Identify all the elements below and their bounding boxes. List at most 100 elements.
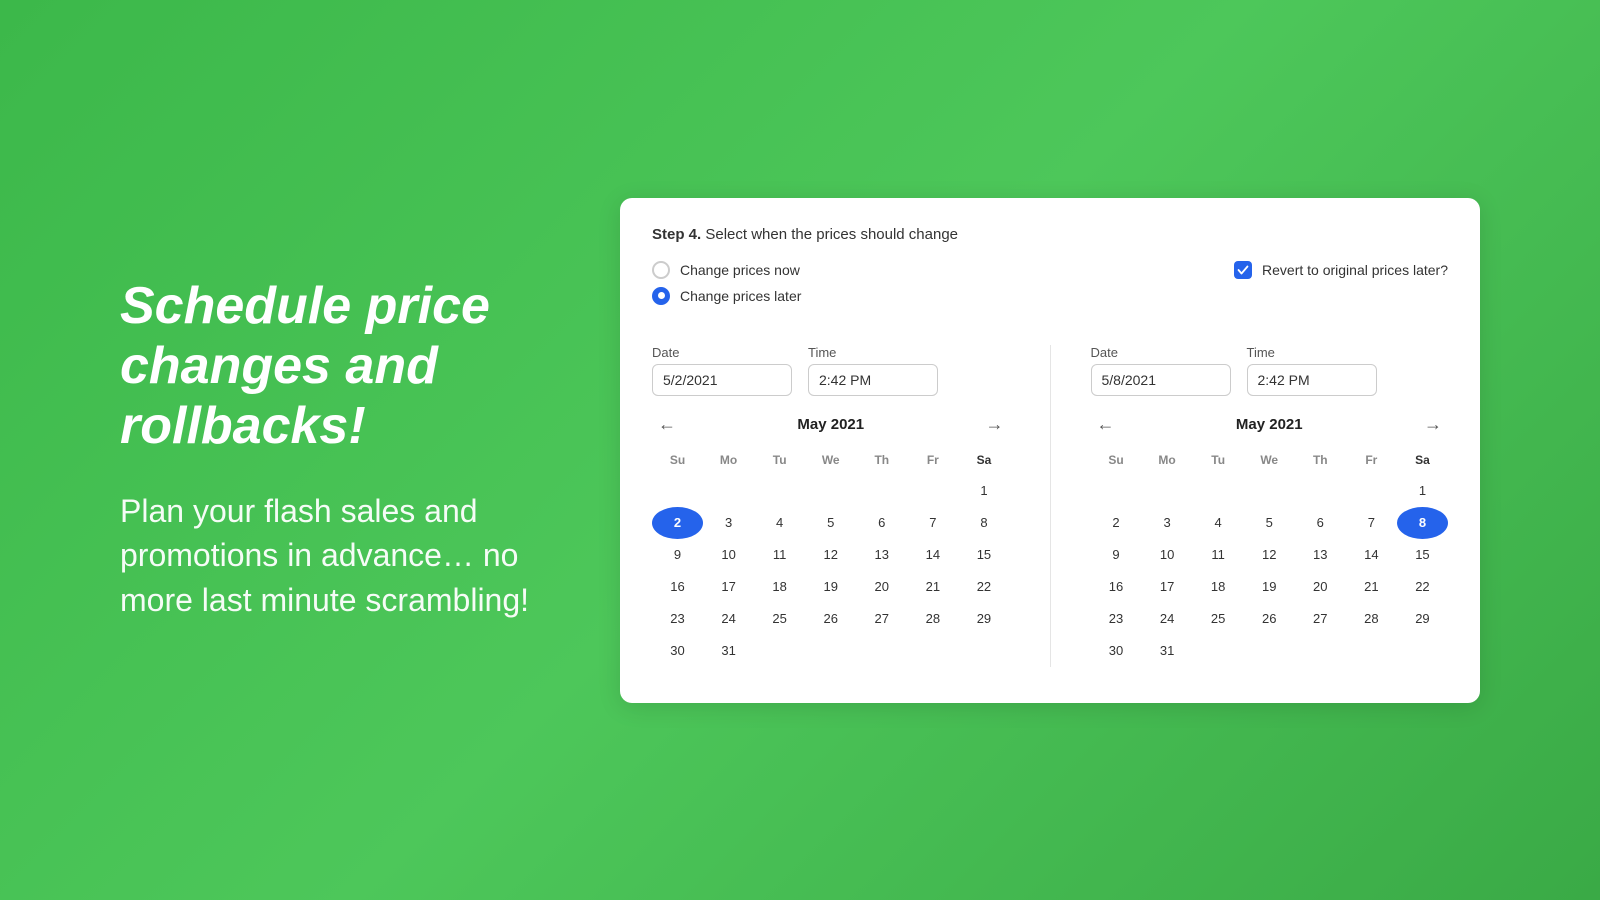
calendars-row: Date Time ← May 2021 → — [652, 345, 1448, 667]
calendar-day[interactable]: 28 — [1346, 603, 1397, 635]
right-date-time-row: Date Time — [1091, 345, 1449, 396]
calendar-day[interactable]: 24 — [703, 603, 754, 635]
revert-checkbox-option[interactable]: Revert to original prices later? — [1234, 261, 1448, 279]
calendar-day[interactable]: 9 — [652, 539, 703, 571]
top-controls: Change prices now Change prices later Re… — [652, 261, 1448, 325]
calendar-day[interactable]: 23 — [652, 603, 703, 635]
calendar-day[interactable]: 30 — [652, 635, 703, 667]
calendar-day[interactable]: 29 — [958, 603, 1009, 635]
calendar-day[interactable]: 1 — [1397, 475, 1448, 507]
calendar-day[interactable]: 13 — [856, 539, 907, 571]
calendar-day[interactable]: 19 — [1244, 571, 1295, 603]
left-month-label: May 2021 — [797, 416, 864, 433]
calendar-day[interactable]: 13 — [1295, 539, 1346, 571]
calendar-day[interactable]: 20 — [1295, 571, 1346, 603]
radio-change-later[interactable]: Change prices later — [652, 287, 801, 305]
left-time-label: Time — [808, 345, 938, 360]
calendar-day[interactable]: 14 — [907, 539, 958, 571]
calendar-day[interactable]: 30 — [1091, 635, 1142, 667]
calendar-day[interactable]: 7 — [907, 507, 958, 539]
calendar-day[interactable]: 26 — [1244, 603, 1295, 635]
calendar-day — [1193, 475, 1244, 507]
right-time-input[interactable] — [1247, 364, 1377, 396]
calendar-day — [907, 475, 958, 507]
calendar-day[interactable]: 19 — [805, 571, 856, 603]
calendar-day[interactable]: 29 — [1397, 603, 1448, 635]
calendar-day[interactable]: 10 — [1142, 539, 1193, 571]
calendar-day[interactable]: 2 — [652, 507, 703, 539]
calendar-day — [1244, 475, 1295, 507]
right-prev-month-button[interactable]: ← — [1091, 412, 1121, 437]
calendar-day[interactable]: 27 — [856, 603, 907, 635]
calendar-day[interactable]: 1 — [958, 475, 1009, 507]
calendar-day — [1397, 635, 1448, 667]
calendar-day[interactable]: 31 — [1142, 635, 1193, 667]
calendar-day[interactable]: 5 — [805, 507, 856, 539]
calendar-day[interactable]: 26 — [805, 603, 856, 635]
radio-change-now[interactable]: Change prices now — [652, 261, 801, 279]
calendar-day[interactable]: 25 — [1193, 603, 1244, 635]
calendar-day[interactable]: 12 — [1244, 539, 1295, 571]
calendar-day[interactable]: 20 — [856, 571, 907, 603]
calendar-day — [652, 475, 703, 507]
left-col-we: We — [805, 449, 856, 475]
calendar-day[interactable]: 3 — [703, 507, 754, 539]
calendar-day[interactable]: 8 — [958, 507, 1009, 539]
right-next-month-button[interactable]: → — [1418, 412, 1448, 437]
calendar-day[interactable]: 16 — [1091, 571, 1142, 603]
calendar-day[interactable]: 4 — [754, 507, 805, 539]
calendar-day — [805, 475, 856, 507]
calendar-day[interactable]: 24 — [1142, 603, 1193, 635]
calendar-day[interactable]: 18 — [1193, 571, 1244, 603]
left-col-sa: Sa — [958, 449, 1009, 475]
right-col-sa: Sa — [1397, 449, 1448, 475]
right-date-input[interactable] — [1091, 364, 1231, 396]
calendar-day[interactable]: 14 — [1346, 539, 1397, 571]
right-col-su: Su — [1091, 449, 1142, 475]
calendar-day[interactable]: 15 — [1397, 539, 1448, 571]
calendar-day — [1091, 475, 1142, 507]
calendar-day[interactable]: 8 — [1397, 507, 1448, 539]
calendar-day[interactable]: 31 — [703, 635, 754, 667]
calendar-day[interactable]: 17 — [703, 571, 754, 603]
calendar-day[interactable]: 27 — [1295, 603, 1346, 635]
calendar-day[interactable]: 9 — [1091, 539, 1142, 571]
calendar-day — [1346, 475, 1397, 507]
calendar-day[interactable]: 25 — [754, 603, 805, 635]
calendar-day[interactable]: 10 — [703, 539, 754, 571]
right-col-tu: Tu — [1193, 449, 1244, 475]
radio-now-indicator — [652, 261, 670, 279]
calendar-day[interactable]: 7 — [1346, 507, 1397, 539]
calendar-day[interactable]: 12 — [805, 539, 856, 571]
calendar-day[interactable]: 3 — [1142, 507, 1193, 539]
calendar-day[interactable]: 21 — [907, 571, 958, 603]
step-description: Select when the prices should change — [705, 226, 958, 243]
calendar-day[interactable]: 2 — [1091, 507, 1142, 539]
calendar-day[interactable]: 22 — [958, 571, 1009, 603]
calendar-day[interactable]: 21 — [1346, 571, 1397, 603]
left-next-month-button[interactable]: → — [980, 412, 1010, 437]
calendar-day[interactable]: 6 — [1295, 507, 1346, 539]
left-col-mo: Mo — [703, 449, 754, 475]
calendar-day — [1193, 635, 1244, 667]
calendar-day[interactable]: 22 — [1397, 571, 1448, 603]
calendar-day[interactable]: 11 — [754, 539, 805, 571]
radio-later-label: Change prices later — [680, 288, 801, 304]
right-col-we: We — [1244, 449, 1295, 475]
calendar-day[interactable]: 5 — [1244, 507, 1295, 539]
body-text: Plan your flash sales and promotions in … — [120, 489, 540, 623]
calendar-day[interactable]: 18 — [754, 571, 805, 603]
left-panel: Schedule price changes and rollbacks! Pl… — [120, 277, 540, 623]
left-prev-month-button[interactable]: ← — [652, 412, 682, 437]
calendar-day[interactable]: 23 — [1091, 603, 1142, 635]
calendar-day[interactable]: 4 — [1193, 507, 1244, 539]
calendar-day[interactable]: 15 — [958, 539, 1009, 571]
calendar-day[interactable]: 28 — [907, 603, 958, 635]
left-date-input[interactable] — [652, 364, 792, 396]
calendar-day[interactable]: 11 — [1193, 539, 1244, 571]
calendar-day[interactable]: 16 — [652, 571, 703, 603]
calendar-day[interactable]: 6 — [856, 507, 907, 539]
calendar-day — [1346, 635, 1397, 667]
calendar-day[interactable]: 17 — [1142, 571, 1193, 603]
left-time-input[interactable] — [808, 364, 938, 396]
